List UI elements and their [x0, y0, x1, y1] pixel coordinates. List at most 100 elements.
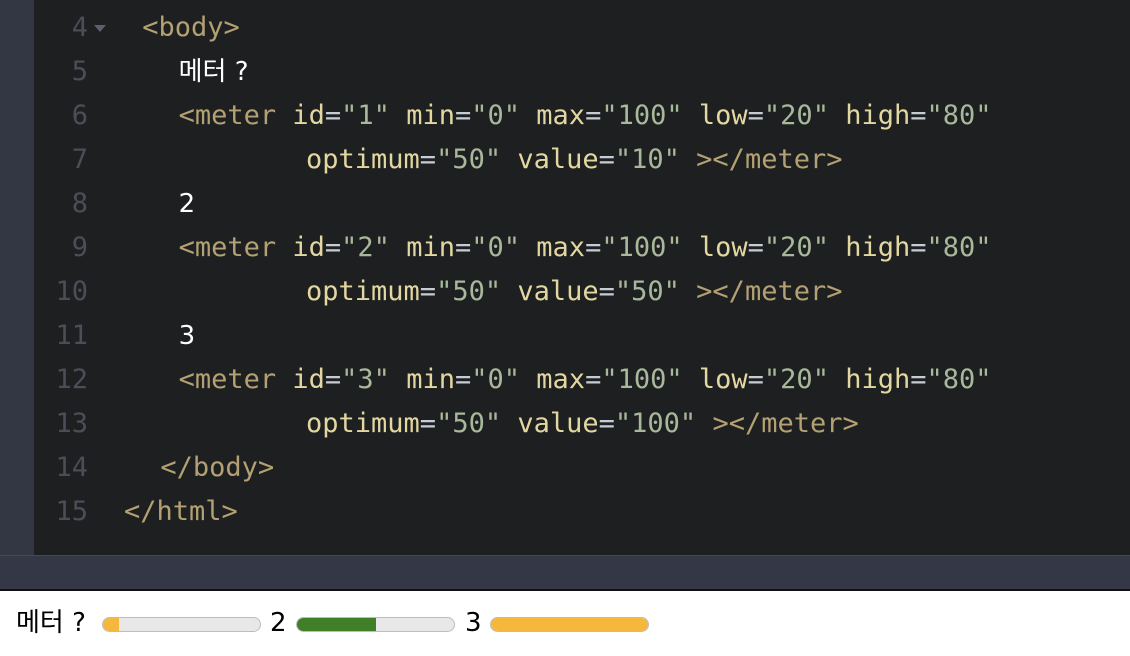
code-token-attr: max [536, 100, 586, 131]
code-line[interactable]: 6 <meter id="1" min="0" max="100" low="20… [34, 94, 1130, 138]
code-line[interactable]: 15 </html> [34, 490, 1130, 534]
code-token-attr: id [292, 232, 325, 263]
editor-status-bar [0, 555, 1130, 589]
preview-label-1: 메터 ? [16, 608, 86, 638]
render-preview: 메터 ? 2 3 [0, 591, 1130, 656]
code-token-attr: value [517, 408, 599, 439]
code-token-attr: id [292, 100, 325, 131]
meter-2 [296, 617, 455, 632]
editor-gutter-strip [0, 0, 34, 555]
code-token-tag: </html> [124, 496, 238, 527]
code-token-str: "50" [614, 276, 697, 307]
code-token-eq: = [454, 232, 472, 263]
code-text: 3 [179, 314, 196, 358]
code-token-tag: <meter [178, 100, 293, 131]
code-token-txt: 2 [178, 189, 196, 219]
preview-label-2: 2 [270, 608, 287, 638]
code-line[interactable]: 9 <meter id="2" min="0" max="100" low="20… [34, 226, 1130, 270]
meter-1-fill [103, 618, 119, 631]
code-text: 메터 ? [179, 50, 249, 94]
code-token-attr: max [536, 232, 586, 263]
line-number: 14 [55, 452, 88, 483]
code-token-tag: ></meter> [696, 276, 843, 307]
line-number: 5 [71, 56, 88, 87]
code-token-attr: min [406, 232, 455, 263]
code-token-eq: = [324, 232, 342, 263]
code-token-attr: id [292, 364, 325, 395]
line-number: 11 [55, 320, 88, 351]
code-token-tag: <body> [142, 12, 240, 43]
line-number: 4 [71, 12, 88, 43]
code-token-eq: = [910, 232, 927, 263]
code-token-eq: = [598, 276, 615, 307]
code-text: optimum="50" value="100" ></meter> [306, 402, 859, 446]
code-token-txt: 메터 ? [178, 57, 249, 87]
code-token-str: "2" [341, 232, 407, 263]
code-text: </body> [160, 446, 274, 490]
meter-3 [490, 617, 649, 632]
line-number: 15 [55, 496, 88, 527]
code-token-str: "50" [436, 144, 518, 175]
code-token-str: "80" [926, 232, 992, 263]
code-token-eq: = [454, 100, 472, 131]
code-token-str: "0" [471, 232, 537, 263]
code-token-str: "20" [763, 100, 846, 131]
code-token-attr: optimum [306, 144, 420, 175]
code-token-attr: optimum [306, 408, 420, 439]
code-token-tag: <meter [178, 364, 293, 395]
code-token-str: "50" [436, 408, 518, 439]
code-text: <meter id="2" min="0" max="100" low="20"… [179, 226, 992, 270]
code-line[interactable]: 12 <meter id="3" min="0" max="100" low="2… [34, 358, 1130, 402]
code-line[interactable]: 82 [34, 182, 1130, 226]
line-number: 7 [71, 144, 88, 175]
code-token-str: "0" [471, 100, 537, 131]
code-text: <meter id="3" min="0" max="100" low="20"… [179, 358, 992, 402]
meter-1 [102, 617, 261, 632]
code-token-attr: low [698, 364, 748, 395]
code-token-eq: = [747, 364, 764, 395]
code-token-attr: optimum [306, 276, 420, 307]
code-token-tag: </body> [160, 452, 275, 483]
code-line[interactable]: 13 optimum="50" value="100" ></meter> [34, 402, 1130, 446]
line-number: 10 [55, 276, 88, 307]
code-token-str: "100" [601, 364, 699, 395]
code-token-eq: = [585, 100, 602, 131]
code-token-eq: = [419, 408, 437, 439]
code-token-eq: = [454, 364, 472, 395]
fold-arrow-icon[interactable] [94, 25, 106, 32]
code-token-tag: ></meter> [696, 144, 843, 175]
code-token-attr: min [406, 364, 455, 395]
code-token-str: "100" [614, 408, 713, 439]
code-token-eq: = [324, 364, 342, 395]
code-token-attr: low [698, 232, 748, 263]
code-token-attr: max [536, 364, 586, 395]
code-token-eq: = [585, 232, 602, 263]
code-token-eq: = [910, 364, 927, 395]
code-token-str: "80" [926, 100, 992, 131]
preview-label-3: 3 [465, 608, 482, 638]
line-number: 12 [55, 364, 88, 395]
code-line[interactable]: 4 <body> [34, 6, 1130, 50]
code-line[interactable]: 14 </body> [34, 446, 1130, 490]
code-text: <meter id="1" min="0" max="100" low="20"… [179, 94, 992, 138]
code-line[interactable]: 11 3 [34, 314, 1130, 358]
code-token-eq: = [598, 144, 615, 175]
code-token-attr: high [845, 364, 911, 395]
code-line[interactable]: 5 메터 ? [34, 50, 1130, 94]
code-token-tag: <meter [178, 232, 293, 263]
code-line[interactable]: 10 optimum="50" value="50" ></meter> [34, 270, 1130, 314]
code-editor[interactable]: 4 <body> 5 메터 ? 6 <meter id="1" min="0" max="… [0, 0, 1130, 555]
code-token-eq: = [747, 232, 764, 263]
code-token-attr: value [517, 276, 599, 307]
code-text: optimum="50" value="50" ></meter> [306, 270, 842, 314]
meter-3-fill [491, 618, 648, 631]
code-token-eq: = [585, 364, 602, 395]
line-number: 6 [71, 100, 88, 131]
code-token-str: "0" [471, 364, 537, 395]
code-token-eq: = [419, 144, 437, 175]
line-number: 9 [71, 232, 88, 263]
code-token-str: "20" [763, 364, 846, 395]
code-token-str: "100" [601, 100, 699, 131]
line-number: 8 [71, 188, 88, 219]
code-line[interactable]: 7 optimum="50" value="10" ></meter> [34, 138, 1130, 182]
